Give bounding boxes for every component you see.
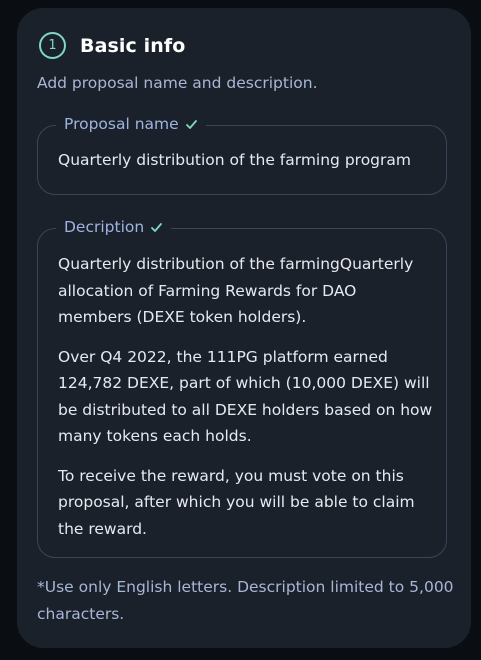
proposal-name-input[interactable]: Quarterly distribution of the farming pr… bbox=[58, 151, 411, 169]
proposal-name-field[interactable]: Proposal name Quarterly distribution of … bbox=[37, 115, 447, 195]
description-textarea[interactable]: Quarterly distribution of the farmingQua… bbox=[58, 251, 433, 555]
description-label-wrap: Decription bbox=[56, 218, 172, 236]
proposal-name-label: Proposal name bbox=[64, 115, 179, 133]
proposal-name-label-wrap: Proposal name bbox=[56, 115, 206, 133]
description-field[interactable]: Decription Quarterly distribution of the… bbox=[37, 218, 447, 558]
basic-info-card: 1 Basic info Add proposal name and descr… bbox=[17, 8, 471, 648]
check-icon bbox=[151, 222, 163, 232]
description-paragraph: Over Q4 2022, the 111PG platform earned … bbox=[58, 347, 433, 446]
step-number-badge: 1 bbox=[39, 32, 66, 59]
section-title: Basic info bbox=[80, 34, 186, 57]
check-icon bbox=[185, 119, 197, 129]
section-header: 1 Basic info bbox=[39, 32, 185, 59]
description-paragraph: Quarterly distribution of the farmingQua… bbox=[58, 255, 414, 326]
description-paragraph: To receive the reward, you must vote on … bbox=[58, 466, 415, 538]
section-subtitle: Add proposal name and description. bbox=[37, 74, 318, 92]
description-label: Decription bbox=[64, 218, 145, 236]
description-footnote: *Use only English letters. Description l… bbox=[37, 578, 454, 623]
